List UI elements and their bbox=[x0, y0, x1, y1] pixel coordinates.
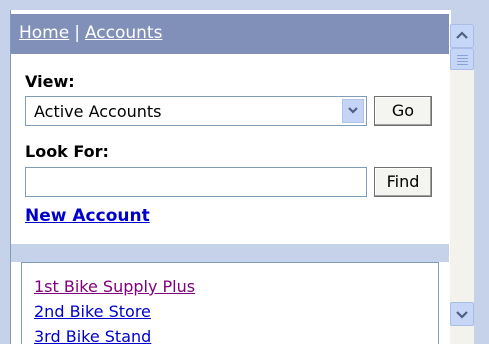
scroll-thumb[interactable] bbox=[450, 48, 474, 70]
account-link[interactable]: 2nd Bike Store bbox=[34, 302, 151, 321]
look-for-label: Look For: bbox=[25, 142, 109, 161]
search-panel: View: Active Accounts Go Look For: Find … bbox=[11, 54, 449, 244]
view-label: View: bbox=[25, 72, 75, 91]
breadcrumb: Home | Accounts bbox=[19, 23, 162, 43]
breadcrumb-separator: | bbox=[74, 23, 80, 43]
account-link[interactable]: 3rd Bike Stand bbox=[34, 327, 151, 344]
find-button[interactable]: Find bbox=[374, 167, 432, 197]
account-link[interactable]: 1st Bike Supply Plus bbox=[34, 277, 195, 296]
vertical-scrollbar[interactable] bbox=[450, 24, 474, 344]
section-divider bbox=[11, 244, 449, 262]
breadcrumb-bar: Home | Accounts bbox=[11, 14, 449, 54]
chevron-down-icon bbox=[456, 311, 468, 319]
view-select[interactable]: Active Accounts bbox=[25, 96, 367, 126]
new-account-link[interactable]: New Account bbox=[25, 206, 150, 226]
scroll-down-button[interactable] bbox=[450, 302, 474, 326]
accounts-list: 1st Bike Supply Plus 2nd Bike Store 3rd … bbox=[21, 262, 439, 344]
chevron-up-icon bbox=[456, 31, 468, 39]
chevron-down-icon[interactable] bbox=[342, 99, 364, 123]
breadcrumb-home-link[interactable]: Home bbox=[19, 23, 69, 43]
breadcrumb-accounts-link[interactable]: Accounts bbox=[85, 23, 163, 43]
look-for-input[interactable] bbox=[25, 167, 367, 197]
view-select-value: Active Accounts bbox=[34, 102, 162, 121]
scroll-up-button[interactable] bbox=[450, 24, 474, 48]
go-button[interactable]: Go bbox=[374, 96, 432, 126]
